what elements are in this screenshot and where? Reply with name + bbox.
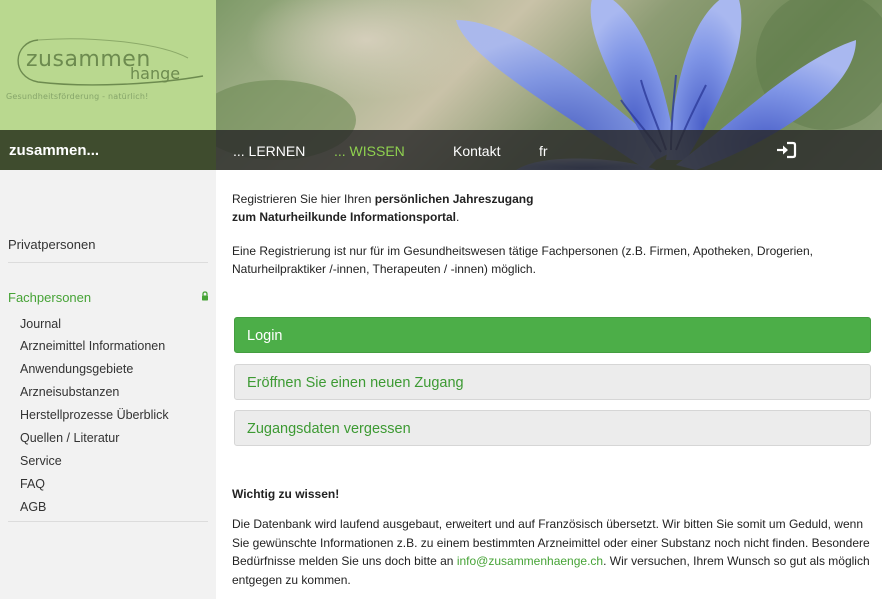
sidebar-item-service[interactable]: Service	[20, 454, 62, 468]
sign-in-icon[interactable]	[775, 140, 797, 160]
important-heading: Wichtig zu wissen!	[232, 487, 340, 501]
login-button[interactable]: Login	[234, 317, 871, 353]
intro-text: Registrieren Sie hier Ihren persönlichen…	[232, 190, 862, 226]
sidebar-item-arzneisubstanzen[interactable]: Arzneisubstanzen	[20, 385, 119, 399]
logo[interactable]: zusammen hange Gesundheitsförderung - na…	[0, 0, 216, 130]
registration-note: Eine Registrierung ist nur für im Gesund…	[232, 244, 813, 276]
intro-bold-jahreszugang: persönlichen Jahreszugang	[374, 192, 534, 206]
sidebar-item-journal[interactable]: Journal	[20, 317, 61, 331]
sidebar-item-herstellprozesse[interactable]: Herstellprozesse Überblick	[20, 408, 169, 422]
sidebar-item-fachpersonen[interactable]: Fachpersonen	[8, 290, 91, 305]
intro-prefix: Registrieren Sie hier Ihren	[232, 192, 375, 206]
nav-kontakt[interactable]: Kontakt	[453, 143, 500, 159]
nav-wissen[interactable]: ... WISSEN	[334, 143, 405, 159]
sidebar-item-privatpersonen[interactable]: Privatpersonen	[8, 237, 95, 252]
register-button[interactable]: Eröffnen Sie einen neuen Zugang	[234, 364, 871, 400]
important-info-text: Die Datenbank wird laufend ausgebaut, er…	[232, 515, 874, 589]
sidebar-item-faq[interactable]: FAQ	[20, 477, 45, 491]
sidebar-item-arzneimittel[interactable]: Arzneimittel Informationen	[20, 339, 165, 353]
logo-tagline: Gesundheitsförderung - natürlich!	[6, 92, 149, 101]
email-link[interactable]: info@zusammenhaenge.ch	[457, 554, 603, 568]
sidebar-item-agb[interactable]: AGB	[20, 500, 46, 514]
sidebar-divider	[8, 262, 208, 263]
intro-bold-portal: zum Naturheilkunde Informationsportal	[232, 210, 457, 224]
nav-lernen[interactable]: ... LERNEN	[233, 143, 305, 159]
nav-language-fr[interactable]: fr	[539, 143, 548, 159]
sidebar-item-anwendungsgebiete[interactable]: Anwendungsgebiete	[20, 362, 133, 376]
intro-suffix: .	[456, 210, 460, 224]
lock-icon	[202, 291, 208, 301]
sidebar-divider	[8, 521, 208, 522]
forgot-credentials-button[interactable]: Zugangsdaten vergessen	[234, 410, 871, 446]
sidebar-item-quellen[interactable]: Quellen / Literatur	[20, 431, 119, 445]
logo-text-hange: hange	[130, 64, 181, 83]
nav-brand[interactable]: zusammen...	[9, 142, 99, 159]
